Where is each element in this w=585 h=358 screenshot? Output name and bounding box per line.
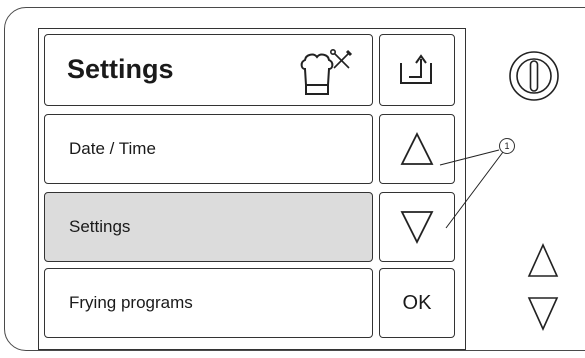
back-button[interactable] bbox=[379, 34, 455, 106]
menu-item-label: Frying programs bbox=[69, 293, 193, 312]
hardware-down-arrow[interactable] bbox=[526, 294, 560, 332]
ok-button[interactable]: OK bbox=[379, 268, 455, 338]
ok-button-label: OK bbox=[402, 291, 432, 314]
scroll-up-button[interactable] bbox=[379, 114, 455, 184]
scroll-down-button[interactable] bbox=[379, 192, 455, 262]
chef-hat-tools-icon bbox=[300, 49, 353, 95]
hardware-up-arrow[interactable] bbox=[526, 242, 560, 280]
menu-item-date-time[interactable]: Date / Time bbox=[44, 114, 373, 184]
menu-item-label: Settings bbox=[69, 217, 131, 236]
menu-item-label: Date / Time bbox=[69, 139, 156, 158]
page-title: Settings bbox=[67, 54, 174, 84]
triangle-down-icon bbox=[400, 211, 434, 245]
menu-item-settings[interactable]: Settings bbox=[44, 192, 373, 262]
callout-number: 1 bbox=[499, 138, 515, 154]
exit-arrow-icon bbox=[400, 54, 432, 84]
menu-item-frying-programs[interactable]: Frying programs bbox=[44, 268, 373, 338]
power-icon[interactable] bbox=[506, 48, 562, 104]
screen-header: Settings bbox=[44, 34, 373, 106]
triangle-up-icon bbox=[400, 131, 434, 165]
